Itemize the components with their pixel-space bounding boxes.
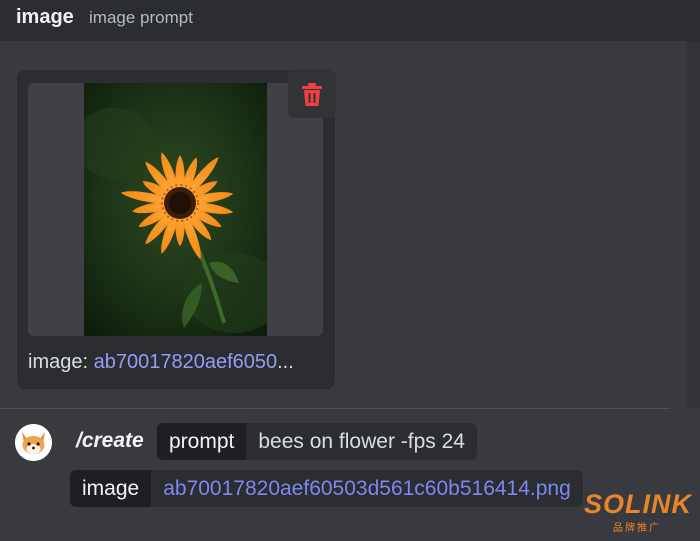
option-name: image [70, 470, 152, 507]
option-title: image [16, 6, 74, 28]
attachment-label: image: [28, 351, 94, 373]
image-option[interactable]: image ab70017820aef60503d561c60b516414.p… [70, 470, 583, 507]
option-value[interactable]: ab70017820aef60503d561c60b516414.png [151, 470, 583, 507]
slash-option-header: image image prompt [0, 0, 700, 41]
scroll-edge [687, 41, 700, 408]
option-description: image prompt [89, 8, 193, 27]
flower-photo [84, 83, 267, 336]
divider [0, 408, 670, 409]
trash-icon [302, 82, 322, 106]
attachment-ellipsis: ... [277, 351, 294, 373]
watermark-text: SOLINK [584, 489, 693, 519]
option-name: prompt [157, 423, 247, 460]
option-value[interactable]: bees on flower -fps 24 [246, 423, 477, 460]
attachment-filename: image: ab70017820aef6050... [28, 351, 294, 374]
avatar[interactable] [15, 424, 52, 461]
delete-attachment-button[interactable] [288, 71, 336, 118]
prompt-option[interactable]: prompt bees on flower -fps 24 [157, 423, 477, 460]
watermark-logo: SOLINK 品牌推广 [584, 489, 693, 534]
fox-avatar-icon [15, 424, 52, 461]
image-preview[interactable] [28, 83, 323, 336]
command-name[interactable]: /create [76, 429, 144, 453]
watermark-subtext: 品牌推广 [613, 523, 661, 534]
attachment-link[interactable]: ab70017820aef6050 [94, 351, 278, 373]
